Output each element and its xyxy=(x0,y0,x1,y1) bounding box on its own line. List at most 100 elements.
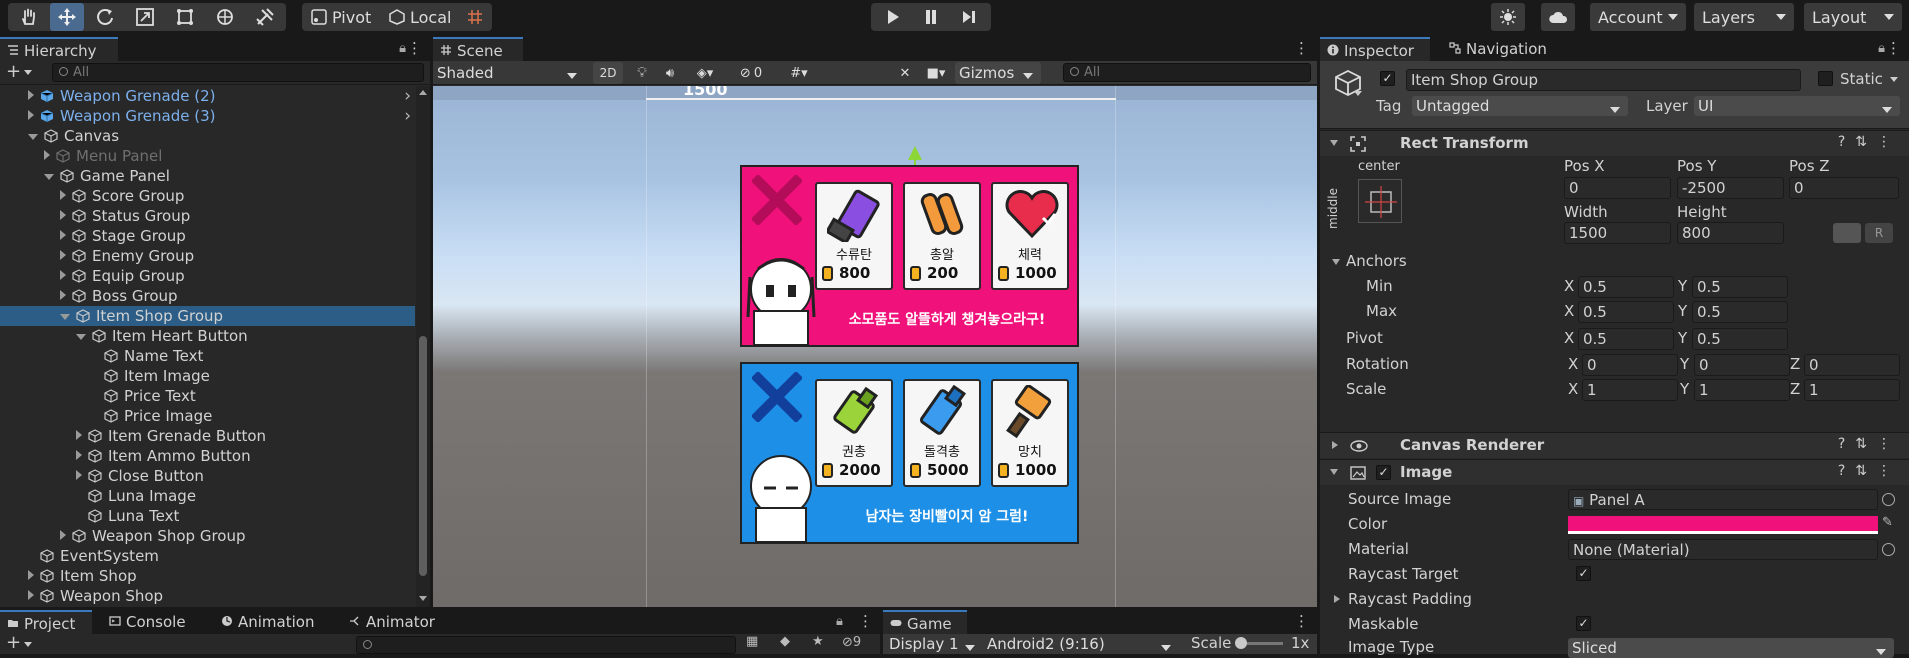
gizmo-y-arrow-icon[interactable] xyxy=(908,146,922,160)
collapsed-arrow-icon[interactable] xyxy=(60,210,66,220)
max-x-field[interactable]: 0.5 xyxy=(1578,301,1674,323)
object-picker-icon[interactable] xyxy=(1882,493,1895,506)
hierarchy-scroll-thumb[interactable] xyxy=(419,336,427,576)
tools-icon[interactable]: ✕ xyxy=(893,62,917,84)
item-heart-button[interactable]: 체력 1000 xyxy=(991,182,1069,290)
anchors-collapse-icon[interactable] xyxy=(1332,259,1340,265)
custom-tool-icon[interactable] xyxy=(248,3,282,31)
expanded-arrow-icon[interactable] xyxy=(76,334,86,340)
hierarchy-row[interactable]: Status Group xyxy=(0,206,415,226)
pivot-x-field[interactable]: 0.5 xyxy=(1578,328,1674,350)
raw-edit-button[interactable]: R xyxy=(1865,223,1893,243)
layers-dropdown[interactable]: Layers xyxy=(1694,3,1794,31)
active-checkbox[interactable]: ✓ xyxy=(1380,71,1395,86)
pause-icon[interactable] xyxy=(913,3,949,31)
2d-toggle[interactable]: 2D xyxy=(593,62,623,84)
camera-icon[interactable]: ■▾ xyxy=(919,62,953,84)
hierarchy-row[interactable]: Price Image xyxy=(0,406,415,426)
move-tool-icon[interactable] xyxy=(50,3,84,31)
hierarchy-row[interactable]: Item Grenade Button xyxy=(0,426,415,446)
anchor-preset-button[interactable] xyxy=(1358,179,1402,223)
scene-search-input[interactable]: All xyxy=(1063,63,1311,82)
prefab-open-icon[interactable]: › xyxy=(404,106,411,126)
item-grenade-button[interactable]: 수류탄 800 xyxy=(815,182,893,290)
account-dropdown[interactable]: Account xyxy=(1590,3,1686,31)
hierarchy-row[interactable]: Equip Group xyxy=(0,266,415,286)
hierarchy-row[interactable]: Weapon Grenade (3) › xyxy=(0,106,415,126)
tab-animator[interactable]: Animator xyxy=(342,610,446,634)
game-menu-icon[interactable]: ⋮ xyxy=(1294,612,1309,630)
scale-y-field[interactable]: 1 xyxy=(1694,379,1790,401)
scale-slider[interactable] xyxy=(1235,637,1283,649)
hierarchy-row[interactable]: Item Image xyxy=(0,366,415,386)
hierarchy-row[interactable]: Stage Group xyxy=(0,226,415,246)
collapsed-arrow-icon[interactable] xyxy=(28,110,34,120)
posz-field[interactable]: 0 xyxy=(1789,177,1899,199)
tag-dropdown[interactable]: Untagged xyxy=(1412,96,1628,116)
image-actions[interactable]: ?⇅⋮ xyxy=(1838,463,1901,479)
hierarchy-row[interactable]: Boss Group xyxy=(0,286,415,306)
rect-transform-header[interactable]: Rect Transform ?⇅⋮ xyxy=(1320,130,1909,156)
scale-tool-icon[interactable] xyxy=(128,3,162,31)
material-picker-icon[interactable] xyxy=(1882,543,1895,556)
hierarchy-row[interactable]: EventSystem xyxy=(0,546,415,566)
hierarchy-row[interactable]: Luna Image xyxy=(0,486,415,506)
collapsed-arrow-icon[interactable] xyxy=(60,230,66,240)
local-toggle[interactable]: Local xyxy=(384,3,454,31)
project-menu-icon[interactable]: ⋮ xyxy=(858,612,873,630)
rect-collapse-icon[interactable] xyxy=(1330,140,1338,146)
hierarchy-row[interactable]: Name Text xyxy=(0,346,415,366)
blueprint-mode-icon[interactable] xyxy=(1833,223,1861,243)
item-shop-panel[interactable]: 수류탄 800 총알 200 체력 1000 소모품도 알뜰하게 챙겨놓으라구! xyxy=(740,165,1079,347)
item-ammo-button[interactable]: 총알 200 xyxy=(903,182,981,290)
collapsed-arrow-icon[interactable] xyxy=(28,570,34,580)
canvas-renderer-actions[interactable]: ?⇅⋮ xyxy=(1838,436,1901,452)
scale-z-field[interactable]: 1 xyxy=(1804,379,1900,401)
transform-tool-icon[interactable] xyxy=(208,3,242,31)
collapsed-arrow-icon[interactable] xyxy=(60,270,66,280)
raycast-target-checkbox[interactable]: ✓ xyxy=(1576,566,1591,581)
hierarchy-row[interactable]: Enemy Group xyxy=(0,246,415,266)
add-plus-icon[interactable]: + xyxy=(6,62,21,82)
inspector-menu-icon[interactable]: ⋮ xyxy=(1886,39,1901,57)
tab-animation[interactable]: Animation xyxy=(214,610,326,634)
project-add-icon[interactable]: + xyxy=(6,632,21,653)
hierarchy-scrollbar[interactable] xyxy=(416,86,430,607)
collapsed-arrow-icon[interactable] xyxy=(28,590,34,600)
favorites-icon[interactable]: ★ xyxy=(812,634,824,649)
item-shop-close-icon[interactable] xyxy=(750,173,804,227)
resolution-dropdown[interactable]: Android2 (9:16) xyxy=(983,634,1179,654)
audio-icon[interactable]: 🔊︎ xyxy=(657,62,683,84)
collapsed-arrow-icon[interactable] xyxy=(60,530,66,540)
weapon-shop-close-icon[interactable] xyxy=(750,370,804,424)
grid-toggle-icon[interactable]: #▾ xyxy=(777,62,821,84)
pivot-y-field[interactable]: 0.5 xyxy=(1692,328,1788,350)
static-checkbox[interactable] xyxy=(1818,71,1833,86)
width-field[interactable]: 1500 xyxy=(1564,222,1671,244)
collapsed-arrow-icon[interactable] xyxy=(76,430,82,440)
shading-dropdown[interactable]: Shaded xyxy=(435,62,585,84)
hierarchy-row[interactable]: Weapon Grenade (2) › xyxy=(0,86,415,106)
rect-tool-icon[interactable] xyxy=(168,3,202,31)
hierarchy-row[interactable]: Luna Text xyxy=(0,506,415,526)
min-y-field[interactable]: 0.5 xyxy=(1692,276,1788,298)
hierarchy-row[interactable]: Price Text xyxy=(0,386,415,406)
inspector-lock-icon[interactable]: 🔒︎ xyxy=(1878,41,1885,56)
grid-snap-icon[interactable] xyxy=(460,3,490,31)
hierarchy-row[interactable]: Item Shop Group xyxy=(0,306,415,326)
scroll-up-icon[interactable] xyxy=(419,90,427,95)
posx-field[interactable]: 0 xyxy=(1564,177,1671,199)
layout-dropdown[interactable]: Layout xyxy=(1804,3,1902,31)
hierarchy-row[interactable]: Score Group xyxy=(0,186,415,206)
rot-y-field[interactable]: 0 xyxy=(1694,354,1790,376)
color-swatch[interactable] xyxy=(1568,516,1878,534)
posy-field[interactable]: -2500 xyxy=(1677,177,1784,199)
tab-hierarchy[interactable]: Hierarchy xyxy=(0,37,118,61)
rot-z-field[interactable]: 0 xyxy=(1804,354,1900,376)
hierarchy-row[interactable]: Item Ammo Button xyxy=(0,446,415,466)
cloud-icon[interactable] xyxy=(1541,3,1575,31)
scene-viewport[interactable]: 1500 수류탄 800 총알 200 체력 1000 소모품도 알뜰하게 챙겨… xyxy=(433,86,1317,607)
layer-dropdown[interactable]: UI xyxy=(1694,96,1900,116)
hierarchy-row[interactable]: Game Panel xyxy=(0,166,415,186)
kebab-menu-icon[interactable]: ⋮ xyxy=(407,39,422,57)
